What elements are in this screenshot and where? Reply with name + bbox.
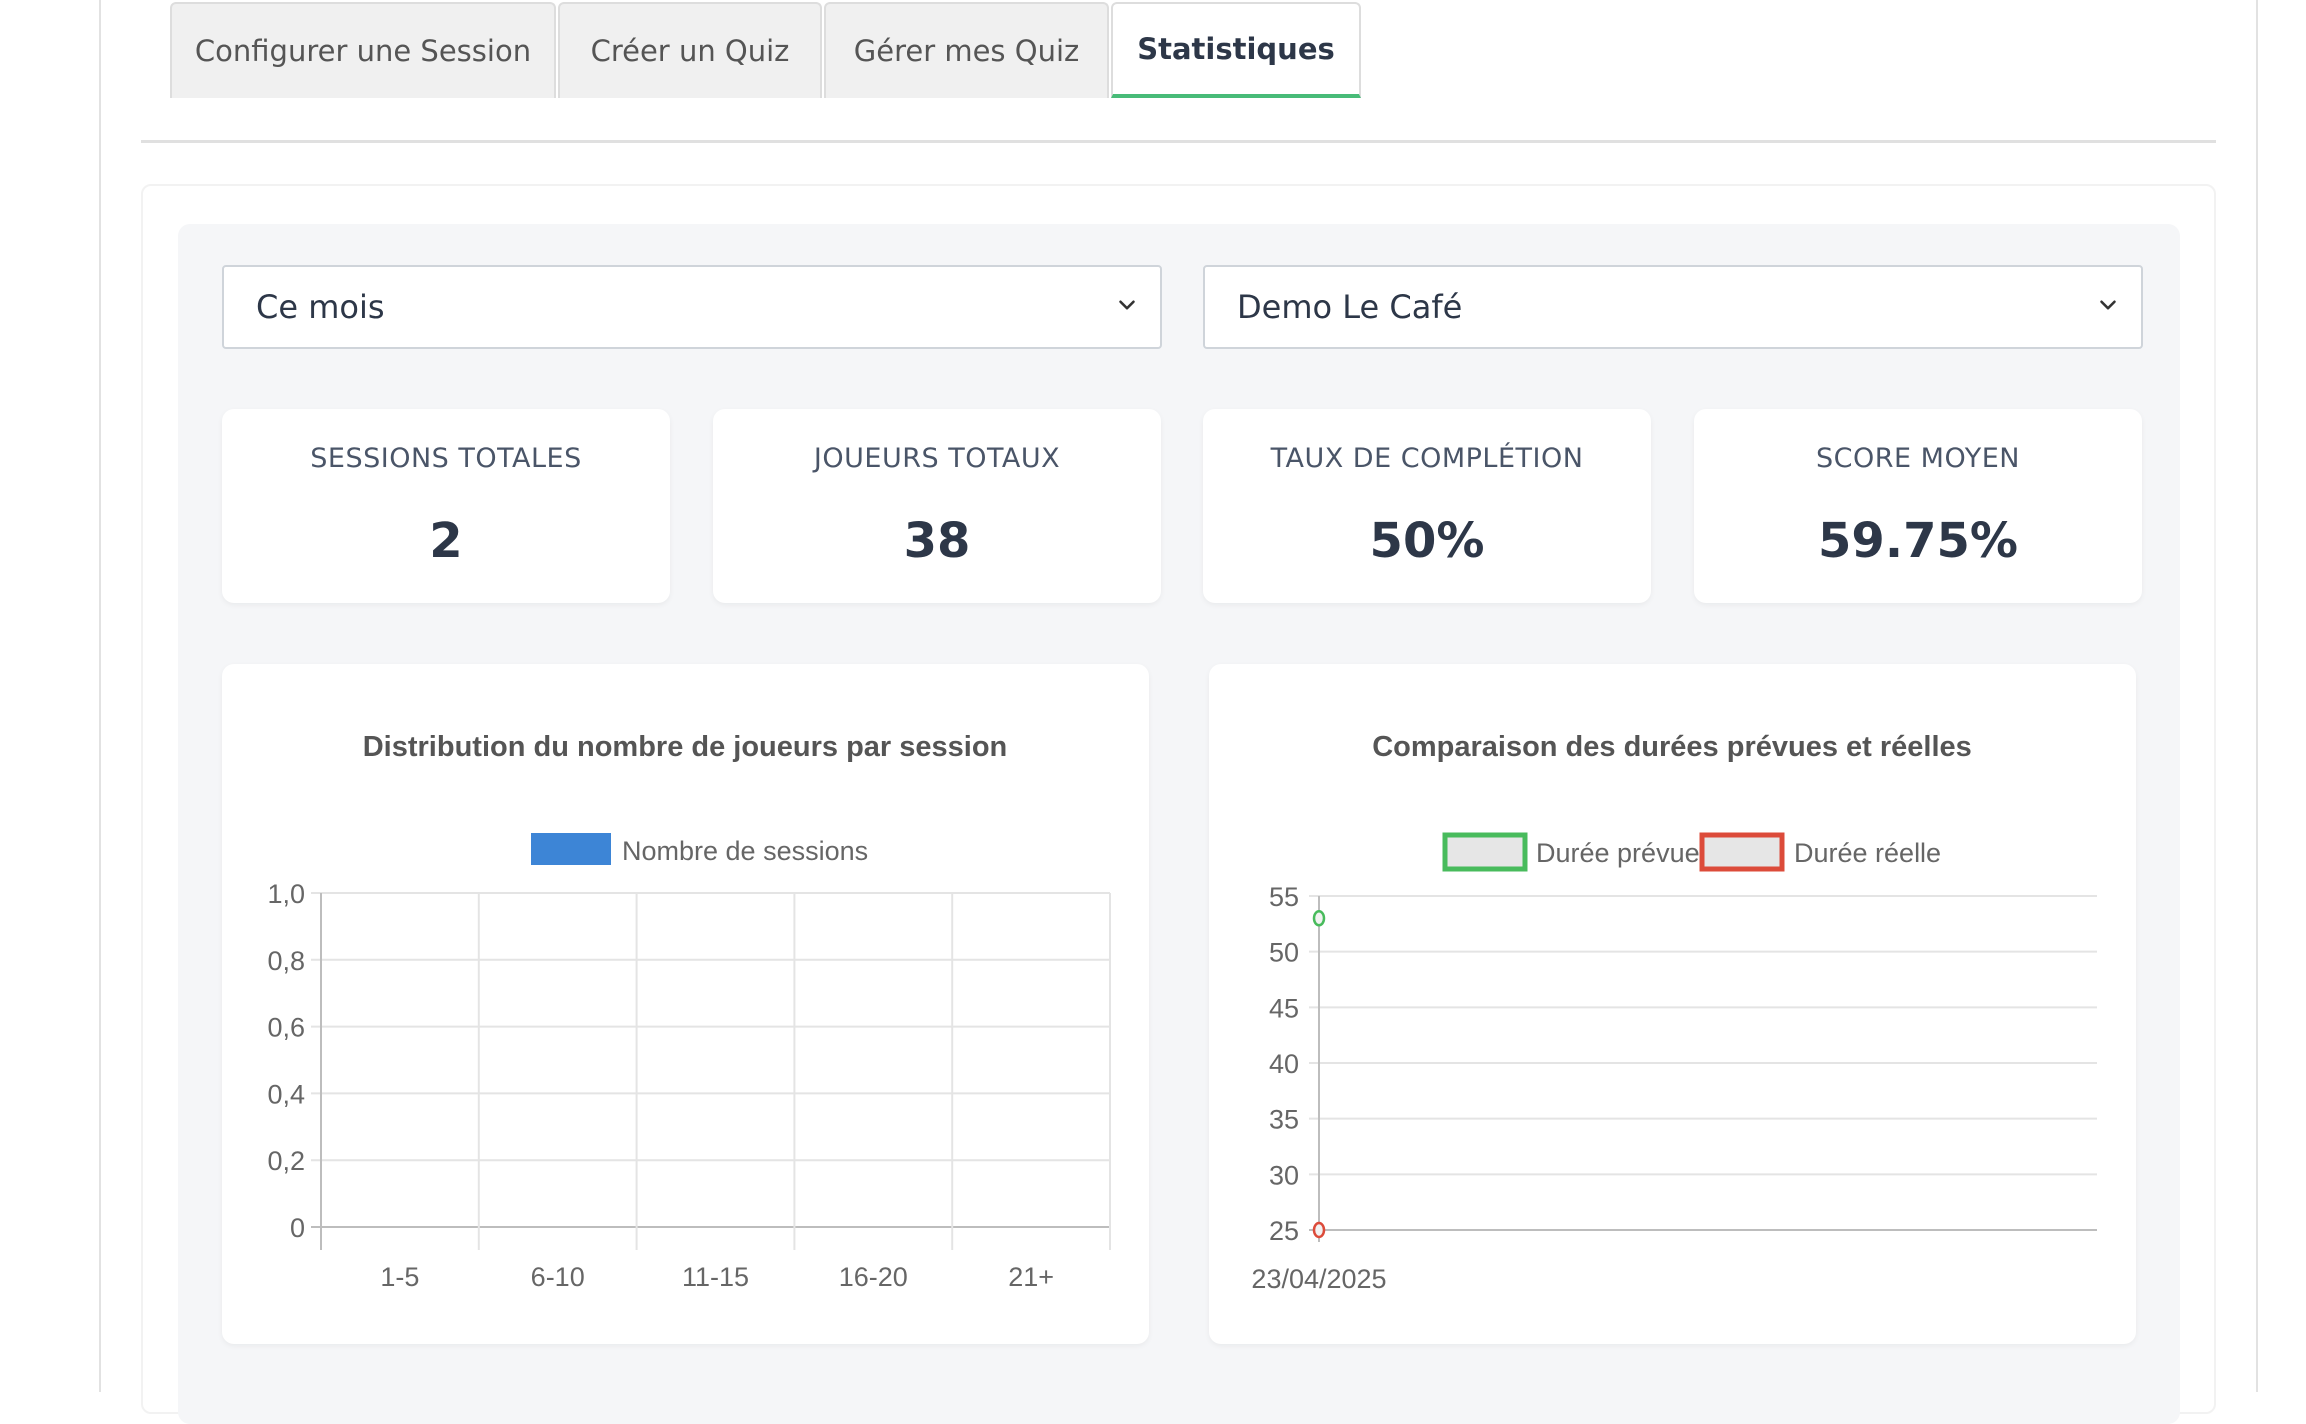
- y-tick-label: 50: [1269, 938, 1299, 968]
- stat-card-players: JOUEURS TOTAUX 38: [713, 409, 1161, 603]
- duration-comparison-chart: Comparaison des durées prévues et réelle…: [1251, 731, 2097, 1294]
- legend-swatch-0: [1442, 832, 1528, 872]
- stat-value: 2: [429, 513, 463, 569]
- y-tick-label: 0,4: [267, 1079, 305, 1109]
- y-tick-label: 45: [1269, 993, 1299, 1023]
- venue-select[interactable]: Demo Le Café: [1203, 265, 2143, 349]
- tab-divider: [141, 140, 2216, 143]
- duration-comparison-chart-card: Comparaison des durées prévues et réelle…: [1209, 664, 2136, 1344]
- y-tick-label: 30: [1269, 1160, 1299, 1190]
- stat-label: SCORE MOYEN: [1816, 443, 2020, 474]
- point-series-0: [1312, 910, 1326, 927]
- stat-label: JOUEURS TOTAUX: [813, 443, 1061, 474]
- y-tick-label: 1,0: [267, 879, 305, 909]
- tab-gerer-quiz[interactable]: Gérer mes Quiz: [824, 2, 1109, 98]
- chevron-down-icon: [1119, 300, 1135, 310]
- period-select[interactable]: Ce mois: [222, 265, 1162, 349]
- y-tick-label: 0: [290, 1213, 305, 1243]
- legend-swatch-nombre-de-sessions: [531, 833, 611, 865]
- stat-value: 59.75%: [1818, 513, 2018, 569]
- y-tick-label: 0,6: [267, 1013, 305, 1043]
- page-right-border: [2256, 0, 2258, 1392]
- stat-card-completion: TAUX DE COMPLÉTION 50%: [1203, 409, 1651, 603]
- tab-statistiques[interactable]: Statistiques: [1111, 2, 1361, 98]
- y-tick-label: 35: [1269, 1105, 1299, 1135]
- legend-label: Nombre de sessions: [622, 836, 868, 866]
- y-tick-label: 0,8: [267, 946, 305, 976]
- tab-label: Créer un Quiz: [590, 34, 790, 68]
- legend-swatch-1: [1699, 832, 1785, 872]
- chevron-down-icon: [2100, 300, 2116, 310]
- y-tick-label: 40: [1269, 1049, 1299, 1079]
- stat-card-score: SCORE MOYEN 59.75%: [1694, 409, 2142, 603]
- stat-value: 50%: [1369, 513, 1485, 569]
- x-tick-label: 6-10: [531, 1262, 585, 1292]
- y-tick-label: 0,2: [267, 1146, 305, 1176]
- stat-label: SESSIONS TOTALES: [310, 443, 582, 474]
- x-tick-label: 16-20: [839, 1262, 908, 1292]
- point-series-1: [1312, 1221, 1326, 1239]
- y-tick-label: 25: [1269, 1216, 1299, 1246]
- legend-label: Durée prévue: [1536, 838, 1700, 868]
- legend-label: Durée réelle: [1794, 838, 1941, 868]
- stat-label: TAUX DE COMPLÉTION: [1270, 443, 1584, 474]
- chart-title: Comparaison des durées prévues et réelle…: [1372, 731, 1972, 763]
- tab-configurer-session[interactable]: Configurer une Session: [170, 2, 556, 98]
- players-distribution-chart: Distribution du nombre de joueurs par se…: [267, 731, 1111, 1292]
- tab-label: Gérer mes Quiz: [853, 34, 1080, 68]
- x-tick-label: 21+: [1008, 1262, 1054, 1292]
- y-tick-label: 55: [1269, 882, 1299, 912]
- tab-label: Configurer une Session: [194, 34, 532, 68]
- players-distribution-chart-card: Distribution du nombre de joueurs par se…: [222, 664, 1149, 1344]
- stat-card-sessions: SESSIONS TOTALES 2: [222, 409, 670, 603]
- x-tick-label: 11-15: [682, 1262, 749, 1292]
- tab-creer-quiz[interactable]: Créer un Quiz: [558, 2, 822, 98]
- x-tick-label: 1-5: [380, 1262, 419, 1292]
- stat-value: 38: [903, 513, 971, 569]
- period-select-value: Ce mois: [256, 288, 385, 326]
- venue-select-value: Demo Le Café: [1237, 288, 1463, 326]
- page-left-border: [99, 0, 101, 1392]
- chart-title: Distribution du nombre de joueurs par se…: [363, 731, 1008, 763]
- tab-label: Statistiques: [1137, 32, 1335, 66]
- x-tick-label: 23/04/2025: [1251, 1264, 1386, 1294]
